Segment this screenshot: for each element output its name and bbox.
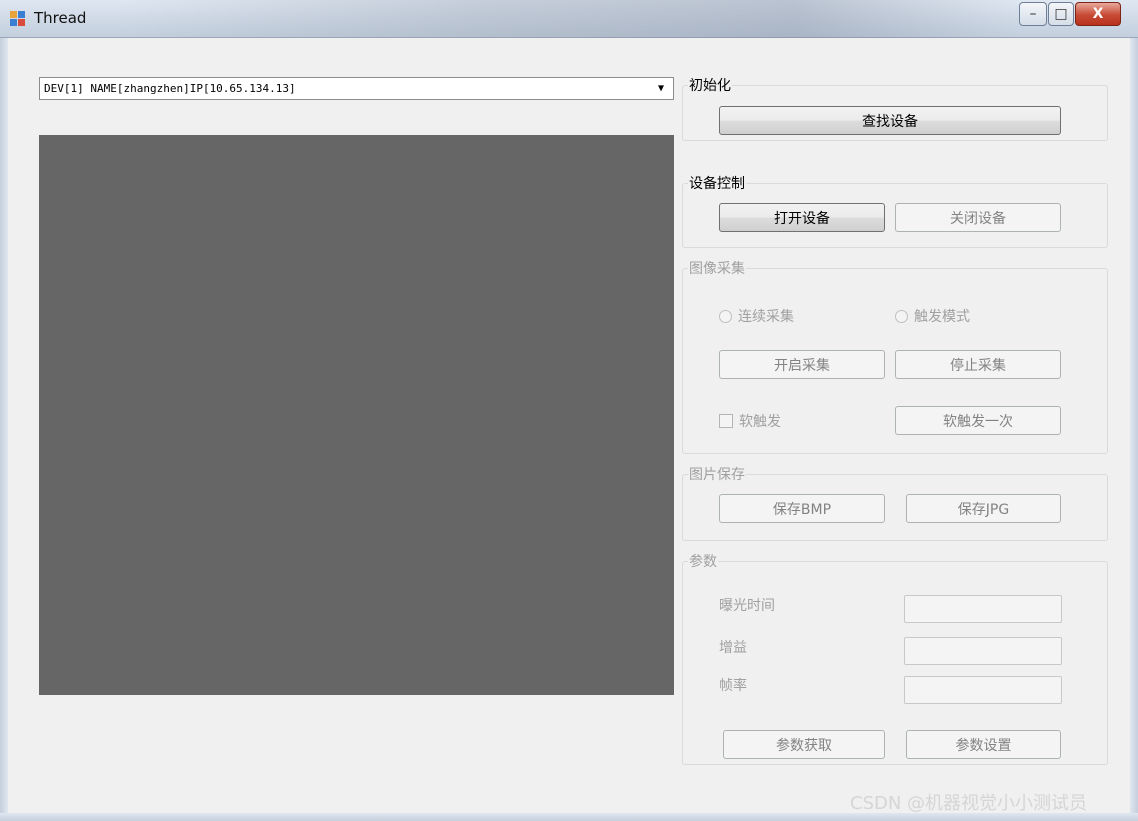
trigger-mode-label: 触发模式 bbox=[914, 309, 970, 325]
window-frame-left bbox=[0, 38, 8, 821]
minimize-button[interactable]: – bbox=[1019, 2, 1047, 26]
chevron-down-icon[interactable]: ▼ bbox=[658, 78, 668, 99]
device-select[interactable]: DEV[1] NAME[zhangzhen]IP[10.65.134.13] ▼ bbox=[39, 77, 674, 100]
init-group-title: 初始化 bbox=[688, 75, 732, 95]
exposure-field[interactable] bbox=[904, 595, 1062, 623]
exposure-label: 曝光时间 bbox=[719, 598, 775, 614]
app-icon bbox=[10, 11, 26, 27]
parameters-group-title: 参数 bbox=[688, 551, 718, 571]
watermark: CSDN @机器视觉小小测试员 bbox=[850, 793, 1088, 814]
save-bmp-label: 保存BMP bbox=[772, 501, 832, 518]
minimize-icon: – bbox=[1029, 6, 1037, 22]
stop-capture-label: 停止采集 bbox=[950, 357, 1006, 374]
close-icon: X bbox=[1092, 6, 1104, 22]
image-save-group-title: 图片保存 bbox=[688, 464, 746, 484]
device-control-group-title: 设备控制 bbox=[688, 173, 746, 193]
device-select-value: DEV[1] NAME[zhangzhen]IP[10.65.134.13] bbox=[44, 82, 296, 95]
stop-capture-button[interactable]: 停止采集 bbox=[895, 350, 1061, 379]
soft-trigger-checkbox[interactable]: 软触发 bbox=[719, 411, 781, 431]
image-capture-group-title: 图像采集 bbox=[688, 258, 746, 278]
image-display-area bbox=[39, 135, 674, 695]
close-window-button[interactable]: X bbox=[1075, 2, 1121, 26]
gain-field[interactable] bbox=[904, 637, 1062, 665]
find-device-label: 查找设备 bbox=[862, 113, 918, 130]
continuous-capture-label: 连续采集 bbox=[738, 309, 794, 325]
window-title: Thread bbox=[34, 9, 87, 27]
find-device-button[interactable]: 查找设备 bbox=[719, 106, 1061, 135]
open-device-button[interactable]: 打开设备 bbox=[719, 203, 885, 232]
continuous-capture-radio[interactable]: 连续采集 bbox=[719, 306, 794, 326]
title-bar-background bbox=[120, 0, 1020, 38]
start-capture-label: 开启采集 bbox=[774, 357, 830, 374]
close-device-button[interactable]: 关闭设备 bbox=[895, 203, 1061, 232]
get-params-label: 参数获取 bbox=[776, 737, 832, 754]
title-bar[interactable] bbox=[0, 0, 1138, 38]
checkbox-icon bbox=[719, 414, 733, 428]
gain-label: 增益 bbox=[719, 640, 747, 656]
set-params-button[interactable]: 参数设置 bbox=[906, 730, 1061, 759]
set-params-label: 参数设置 bbox=[955, 737, 1012, 754]
start-capture-button[interactable]: 开启采集 bbox=[719, 350, 885, 379]
open-device-label: 打开设备 bbox=[774, 210, 830, 227]
radio-circle-icon bbox=[719, 309, 732, 323]
close-device-label: 关闭设备 bbox=[950, 210, 1006, 227]
get-params-button[interactable]: 参数获取 bbox=[723, 730, 885, 759]
soft-trigger-label: 软触发 bbox=[739, 414, 781, 430]
radio-circle-icon bbox=[895, 309, 908, 323]
soft-trigger-once-button[interactable]: 软触发一次 bbox=[895, 406, 1061, 435]
maximize-icon: □ bbox=[1054, 6, 1068, 22]
save-jpg-label: 保存JPG bbox=[957, 501, 1010, 518]
framerate-field[interactable] bbox=[904, 676, 1062, 704]
save-jpg-button[interactable]: 保存JPG bbox=[906, 494, 1061, 523]
soft-trigger-once-label: 软触发一次 bbox=[943, 413, 1013, 430]
maximize-button[interactable]: □ bbox=[1048, 2, 1074, 26]
framerate-label: 帧率 bbox=[719, 678, 747, 694]
save-bmp-button[interactable]: 保存BMP bbox=[719, 494, 885, 523]
window-frame-right bbox=[1130, 38, 1138, 821]
trigger-mode-radio[interactable]: 触发模式 bbox=[895, 306, 970, 326]
